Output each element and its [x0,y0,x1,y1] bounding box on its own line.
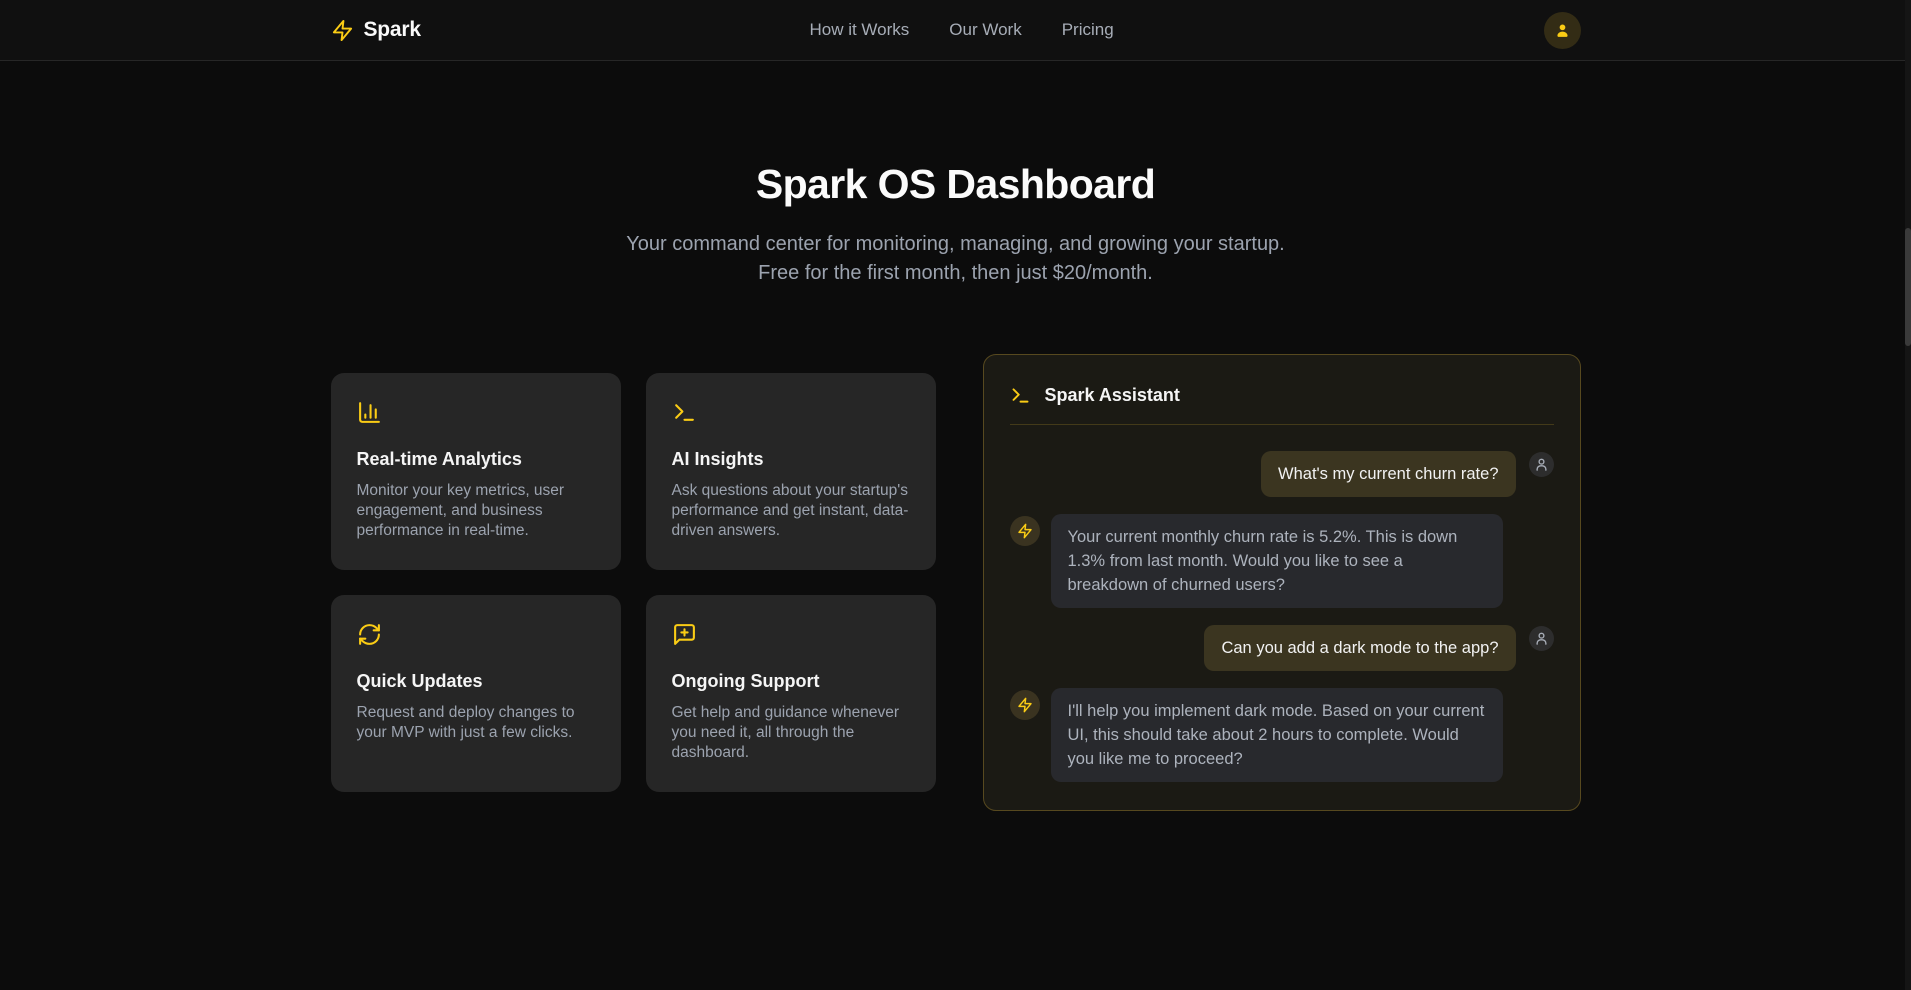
terminal-icon [672,400,910,425]
page-scrollbar-track [1905,0,1911,990]
brand-name: Spark [364,18,421,42]
top-nav: Spark How it Works Our Work Pricing [0,0,1911,61]
assistant-header: Spark Assistant [1010,379,1554,424]
user-message-row: Can you add a dark mode to the app? [1010,625,1554,671]
feature-card-ai-insights: AI Insights Ask questions about your sta… [646,373,936,570]
feature-title: AI Insights [672,449,910,470]
terminal-icon [1010,385,1031,406]
message-list: What's my current churn rate? Your curre… [1010,451,1554,782]
page-title: Spark OS Dashboard [0,161,1911,208]
feature-title: Quick Updates [357,671,595,692]
feature-description: Get help and guidance whenever you need … [672,703,910,763]
bar-chart-icon [357,400,595,425]
feature-card-realtime-analytics: Real-time Analytics Monitor your key met… [331,373,621,570]
refresh-icon [357,622,595,647]
account-avatar-button[interactable] [1544,12,1581,49]
feature-description: Request and deploy changes to your MVP w… [357,703,595,743]
user-message-row: What's my current churn rate? [1010,451,1554,497]
feature-grid: Real-time Analytics Monitor your key met… [331,373,936,792]
message-square-plus-icon [672,622,910,647]
feature-description: Ask questions about your startup's perfo… [672,481,910,541]
assistant-divider [1010,424,1554,425]
main-content: Real-time Analytics Monitor your key met… [331,354,1581,811]
assistant-message-bubble: Your current monthly churn rate is 5.2%.… [1051,514,1503,608]
page-subtitle: Your command center for monitoring, mana… [620,230,1292,288]
feature-description: Monitor your key metrics, user engagemen… [357,481,595,541]
spark-assistant-panel: Spark Assistant What's my current churn … [983,354,1581,811]
feature-card-quick-updates: Quick Updates Request and deploy changes… [331,595,621,792]
user-icon [1553,21,1572,40]
nav-link-pricing[interactable]: Pricing [1062,20,1114,40]
nav-link-how-it-works[interactable]: How it Works [809,20,909,40]
user-message-bubble: What's my current churn rate? [1261,451,1515,497]
user-avatar-icon [1529,626,1554,651]
user-avatar-icon [1529,452,1554,477]
assistant-message-row: I'll help you implement dark mode. Based… [1010,688,1554,782]
assistant-title: Spark Assistant [1045,385,1180,406]
nav-links: How it Works Our Work Pricing [809,20,1113,40]
brand-logo[interactable]: Spark [331,18,421,42]
user-message-bubble: Can you add a dark mode to the app? [1204,625,1515,671]
page-scrollbar-thumb[interactable] [1905,228,1911,346]
feature-title: Real-time Analytics [357,449,595,470]
assistant-message-bubble: I'll help you implement dark mode. Based… [1051,688,1503,782]
hero-section: Spark OS Dashboard Your command center f… [0,161,1911,288]
feature-title: Ongoing Support [672,671,910,692]
assistant-avatar-zap-icon [1010,690,1040,720]
assistant-avatar-zap-icon [1010,516,1040,546]
zap-icon [331,19,354,42]
nav-link-our-work[interactable]: Our Work [949,20,1021,40]
assistant-message-row: Your current monthly churn rate is 5.2%.… [1010,514,1554,608]
feature-card-ongoing-support: Ongoing Support Get help and guidance wh… [646,595,936,792]
